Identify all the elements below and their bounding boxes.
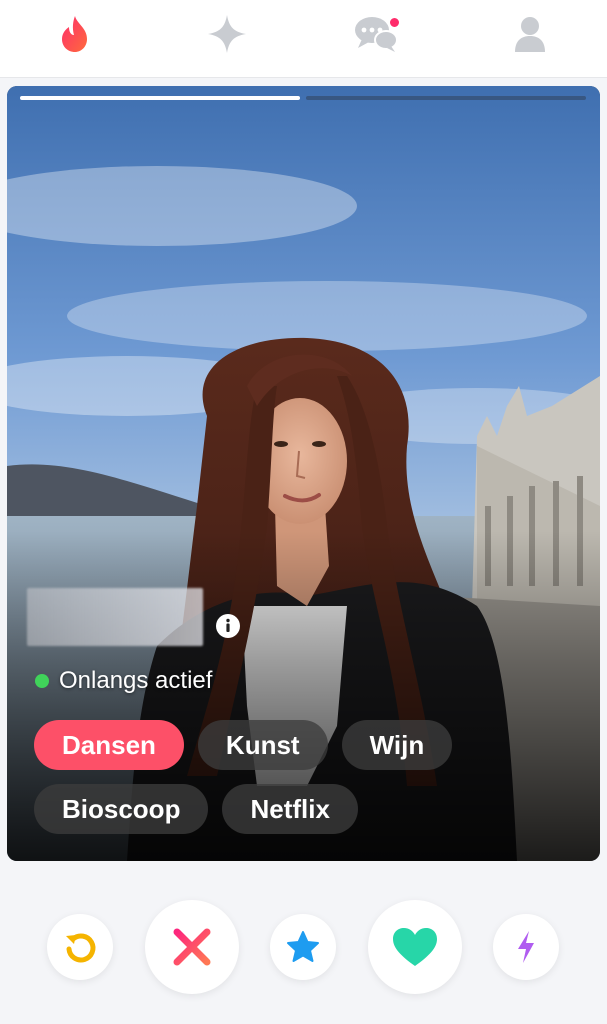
interest-tags: Dansen Kunst Wijn Bioscoop Netflix xyxy=(34,720,579,834)
top-navigation xyxy=(0,0,607,78)
interest-tag: Kunst xyxy=(197,720,328,770)
star-icon xyxy=(287,931,319,962)
profile-icon xyxy=(515,17,545,52)
rewind-button[interactable] xyxy=(47,914,113,980)
heart-icon xyxy=(393,928,437,966)
super-like-button[interactable] xyxy=(270,914,336,980)
online-status-dot xyxy=(35,674,49,688)
profile-name-redacted xyxy=(27,588,203,646)
nav-explore-button[interactable] xyxy=(205,12,249,56)
sparkle-icon xyxy=(208,15,246,53)
photo-progress-bar xyxy=(20,96,586,100)
activity-status-text: Onlangs actief xyxy=(59,667,213,694)
rewind-icon xyxy=(66,933,96,963)
activity-status: Onlangs actief xyxy=(35,666,212,696)
flame-icon xyxy=(62,16,87,52)
nav-profile-button[interactable] xyxy=(508,12,552,56)
nope-x-icon xyxy=(173,928,211,966)
profile-info-button[interactable] xyxy=(216,614,240,638)
swipe-actions xyxy=(0,895,607,995)
boost-button[interactable] xyxy=(493,914,559,980)
nav-messages-button[interactable] xyxy=(354,12,401,56)
info-icon xyxy=(226,618,230,632)
like-button[interactable] xyxy=(368,900,462,994)
notification-dot xyxy=(388,16,401,29)
interest-tag: Netflix xyxy=(222,784,358,834)
interest-tag: Bioscoop xyxy=(34,784,209,834)
photo-progress-segment-2 xyxy=(306,96,586,100)
profile-card[interactable]: Onlangs actief Dansen Kunst Wijn Bioscoo… xyxy=(7,86,600,861)
photo-progress-segment-1 xyxy=(20,96,300,100)
interest-tag: Dansen xyxy=(34,720,184,770)
bolt-icon xyxy=(518,931,534,963)
interest-tag: Wijn xyxy=(341,720,453,770)
nope-button[interactable] xyxy=(145,900,239,994)
nav-flame-button[interactable] xyxy=(53,12,97,56)
